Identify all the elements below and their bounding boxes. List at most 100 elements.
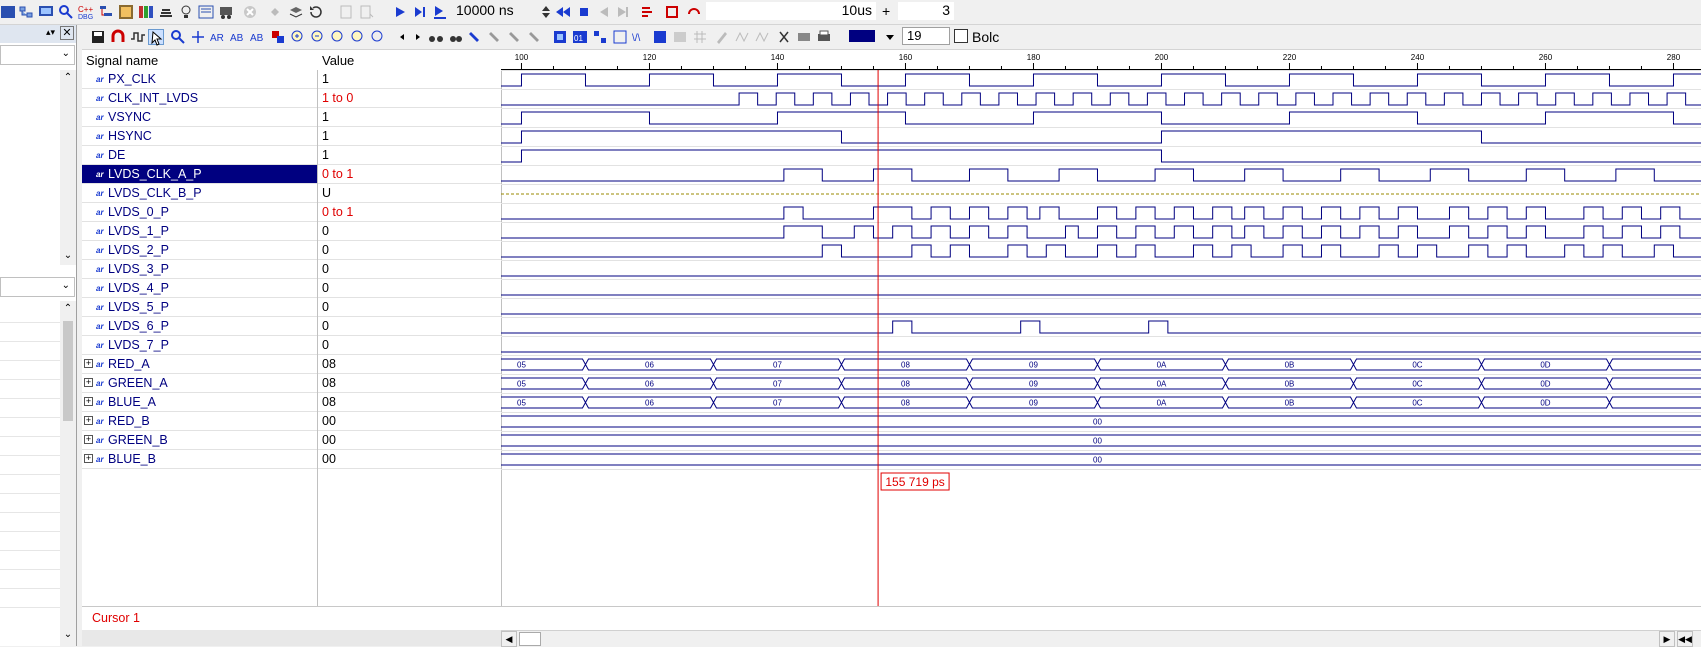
signal-row[interactable]: + ar GREEN_A [82,374,317,393]
printer-setup-icon[interactable] [796,29,812,45]
font-size-field[interactable]: 19 [902,27,950,45]
grid-icon[interactable] [692,29,708,45]
search-signal-icon[interactable] [448,29,464,45]
group-icon[interactable] [270,29,286,45]
trace-over-icon[interactable] [686,4,702,20]
spin-icon[interactable] [538,4,554,20]
ab-icon[interactable]: AB [230,29,246,45]
signal-row[interactable]: ar PX_CLK [82,70,317,89]
expand-icon[interactable] [612,29,628,45]
library-icon[interactable] [138,4,154,20]
scroll-end-icon[interactable]: ◀◀ [1677,631,1693,647]
step-count-field[interactable]: 3 [898,2,954,20]
trace-icon[interactable] [640,4,656,20]
expand-bus-icon[interactable]: + [84,359,93,368]
value-row[interactable]: 0 [318,317,501,336]
pen-icon[interactable] [714,29,730,45]
expand-bus-icon[interactable]: + [84,435,93,444]
find-icon[interactable] [58,4,74,20]
hierarchy-icon[interactable] [18,4,34,20]
pane-icon[interactable] [0,4,16,20]
binary-icon[interactable]: 01 [572,29,588,45]
value-row[interactable]: 0 [318,222,501,241]
sim-time-field[interactable]: 10000 ns [452,2,534,20]
overlay-icon[interactable] [672,29,688,45]
tree-icon[interactable] [98,4,114,20]
signal-row[interactable]: ar LVDS_0_P [82,203,317,222]
value-row[interactable]: 08 [318,355,501,374]
scroll-thumb[interactable] [63,321,73,421]
signal-row[interactable]: ar LVDS_4_P [82,279,317,298]
scroll-left-icon[interactable]: ◀ [501,631,517,647]
scroll-up-icon[interactable]: ⌃ [60,303,76,314]
pointer-icon[interactable] [148,29,164,46]
value-row[interactable]: 1 [318,108,501,127]
expand-bus-icon[interactable]: + [84,454,93,463]
panel-dropdown-2[interactable]: ⌄ [0,277,75,297]
signal-row[interactable]: ar LVDS_3_P [82,260,317,279]
stop-icon[interactable] [242,4,258,20]
expand-bus-icon[interactable]: + [84,416,93,425]
run-for-icon[interactable] [412,4,428,20]
endsim-icon[interactable] [358,4,374,20]
value-row[interactable]: 0 [318,336,501,355]
signal-row[interactable]: ar CLK_INT_LVDS [82,89,317,108]
zoom-range-icon[interactable] [350,29,366,45]
signal-row[interactable]: ar LVDS_CLK_B_P [82,184,317,203]
signal-row[interactable]: + ar BLUE_B [82,450,317,469]
print-icon[interactable] [816,29,832,45]
value-row[interactable]: 1 [318,127,501,146]
value-row[interactable]: 0 to 1 [318,165,501,184]
step-forward-icon[interactable] [614,4,630,20]
hierarchy-view-icon[interactable] [592,29,608,45]
run-icon[interactable] [392,4,408,20]
signal-row[interactable]: ar LVDS_7_P [82,336,317,355]
signal-row[interactable]: ar LVDS_5_P [82,298,317,317]
compare-icon[interactable]: AB [250,29,266,45]
signal-row[interactable]: + ar RED_A [82,355,317,374]
scroll-down-icon[interactable]: ⌄ [60,250,76,261]
close-icon[interactable]: ✕ [60,26,74,40]
scroll-down-icon[interactable]: ⌄ [60,629,76,640]
value-row[interactable]: 00 [318,450,501,469]
link-icon[interactable] [268,4,284,20]
compile-icon[interactable] [288,4,304,20]
marker-icon[interactable] [468,29,484,45]
zoom-fit-icon[interactable] [330,29,346,45]
formula-icon[interactable] [776,29,792,45]
value-row[interactable]: 0 to 1 [318,203,501,222]
pin-icon[interactable]: ▴▾ [46,27,55,38]
signal-row[interactable]: ar DE [82,146,317,165]
line-color-swatch[interactable] [849,30,881,42]
expand-bus-icon[interactable]: + [84,397,93,406]
stack-icon[interactable] [158,4,174,20]
expand-bus-icon[interactable]: + [84,378,93,387]
chevron-down-icon[interactable] [882,29,898,45]
vf-icon[interactable]: \/\ [632,29,648,45]
lightbulb-icon[interactable] [178,4,194,20]
value-row[interactable]: U [318,184,501,203]
scroll-up-icon[interactable]: ⌃ [60,72,76,83]
measure-icon[interactable] [190,29,206,45]
rewind-icon[interactable] [555,4,571,20]
cursor-label[interactable]: Cursor 1 [92,611,140,625]
value-row[interactable]: 0 [318,298,501,317]
value-row[interactable]: 1 [318,146,501,165]
prev-edge-icon[interactable] [394,29,410,45]
signal-row[interactable]: + ar GREEN_B [82,431,317,450]
value-row[interactable]: 0 [318,279,501,298]
monitor-icon[interactable] [38,4,54,20]
console-icon[interactable] [198,4,214,20]
panel-scrollbar-1[interactable]: ⌃ ⌄ [60,70,76,265]
trace-into-icon[interactable] [664,4,680,20]
scroll-thumb[interactable] [519,632,541,646]
value-row[interactable]: 08 [318,393,501,412]
stop-sim-icon[interactable] [576,4,592,20]
debug-icon[interactable]: C++ DBG [78,4,94,20]
panel-dropdown-1[interactable]: ⌄ [0,45,75,65]
break-icon[interactable] [338,4,354,20]
scroll-right-icon[interactable]: ▶ [1659,631,1675,647]
restart-icon[interactable] [308,4,324,20]
save-icon[interactable] [90,29,106,45]
signal-row[interactable]: + ar BLUE_A [82,393,317,412]
